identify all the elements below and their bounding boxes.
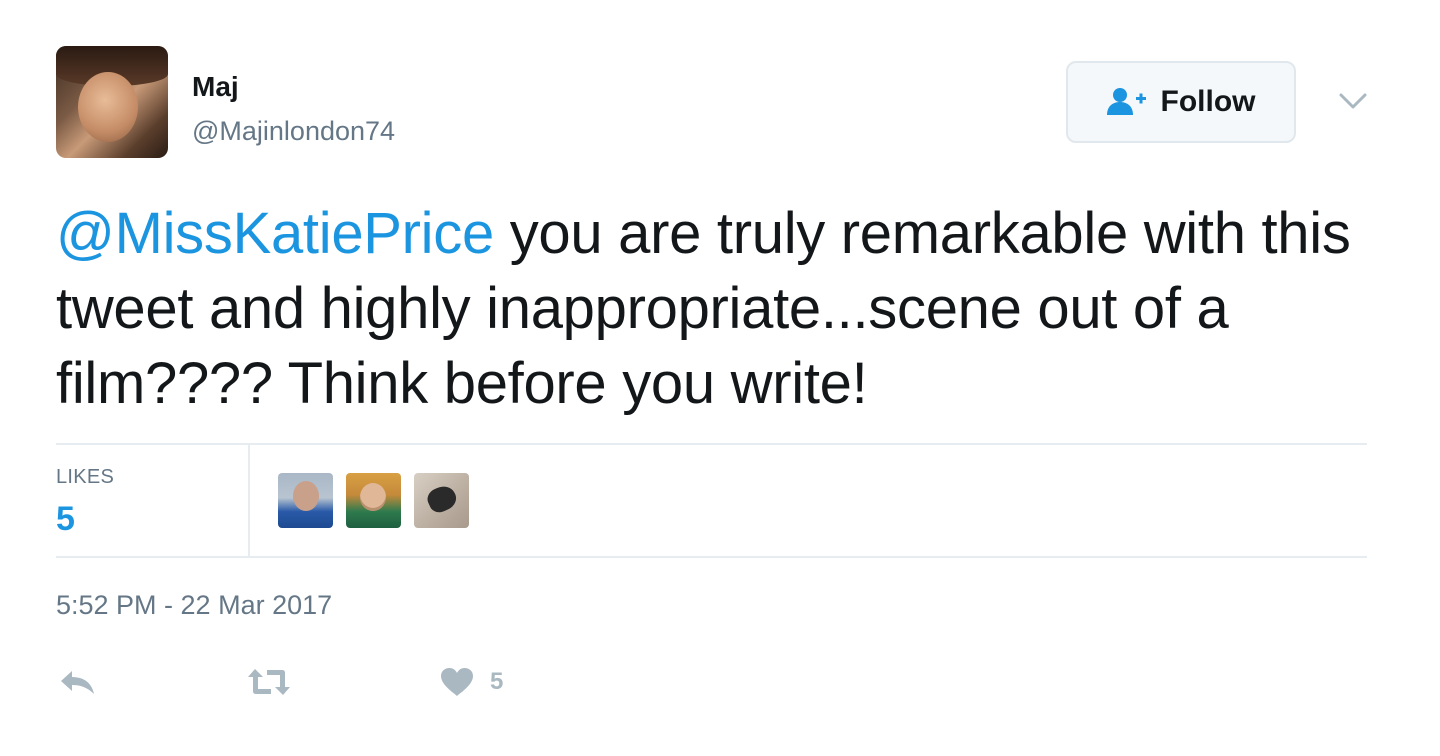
author-handle[interactable]: @Majinlondon74 xyxy=(192,114,395,148)
mention-link[interactable]: @MissKatiePrice xyxy=(56,201,494,266)
author-avatar[interactable] xyxy=(56,46,168,158)
chevron-down-icon[interactable] xyxy=(1336,88,1370,114)
likers-list xyxy=(278,473,469,528)
like-button[interactable]: 5 xyxy=(440,660,503,704)
reply-icon xyxy=(58,667,98,697)
tweet-timestamp[interactable]: 5:52 PM - 22 Mar 2017 xyxy=(56,588,332,622)
tweet-stats: LIKES 5 xyxy=(56,443,1367,558)
heart-icon xyxy=(440,667,474,697)
like-count: 5 xyxy=(490,668,504,695)
author-name[interactable]: Maj xyxy=(192,70,239,104)
likes-count: 5 xyxy=(56,500,75,538)
tweet-text: @MissKatiePrice you are truly remarkable… xyxy=(56,196,1386,421)
reply-button[interactable] xyxy=(58,660,98,704)
follow-button[interactable]: Follow xyxy=(1066,61,1296,143)
retweet-icon xyxy=(246,667,292,697)
likes-label: LIKES xyxy=(56,466,115,488)
retweet-button[interactable] xyxy=(246,660,292,704)
follow-button-label: Follow xyxy=(1160,85,1256,118)
follow-user-icon xyxy=(1106,87,1147,117)
liker-avatar[interactable] xyxy=(346,473,401,528)
liker-avatar[interactable] xyxy=(278,473,333,528)
liker-avatar[interactable] xyxy=(414,473,469,528)
avatar-face xyxy=(78,72,138,142)
likes-stat[interactable]: LIKES 5 xyxy=(56,445,250,556)
tweet-card: Maj @Majinlondon74 Follow @MissKatiePric… xyxy=(0,0,1440,756)
